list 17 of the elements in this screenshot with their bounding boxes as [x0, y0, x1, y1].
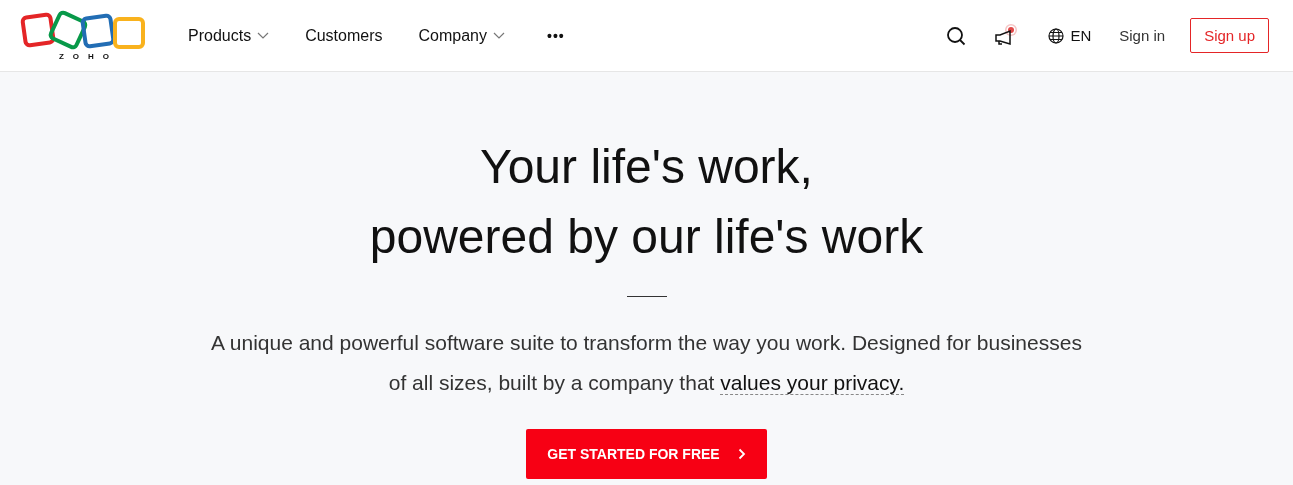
chevron-right-icon	[737, 448, 746, 460]
more-menu[interactable]: •••	[547, 27, 565, 44]
privacy-link[interactable]: values your privacy.	[720, 371, 905, 395]
logo-text: ZOHO	[57, 52, 119, 61]
hero-description: A unique and powerful software suite to transform the way you work. Designed for businesses of all sizes, built by a company that values your privacy.	[210, 330, 1083, 397]
language-label[interactable]: EN	[1070, 27, 1092, 44]
megaphone-icon[interactable]	[994, 23, 1019, 48]
nav-link[interactable]: Customers	[305, 26, 383, 45]
sign-in-link[interactable]: Sign in	[1119, 27, 1166, 44]
sign-up-button[interactable]: Sign up	[1190, 18, 1269, 53]
nav-link[interactable]: Company	[418, 26, 505, 45]
get-started-button[interactable]: GET STARTED FOR FREE	[526, 429, 767, 479]
nav-link[interactable]: Products	[188, 26, 270, 45]
globe-icon[interactable]	[1048, 27, 1065, 44]
logo-icon[interactable]	[20, 10, 148, 50]
search-icon[interactable]	[946, 25, 967, 46]
hero-title: Your life's work, powered by our life's work	[369, 139, 924, 265]
